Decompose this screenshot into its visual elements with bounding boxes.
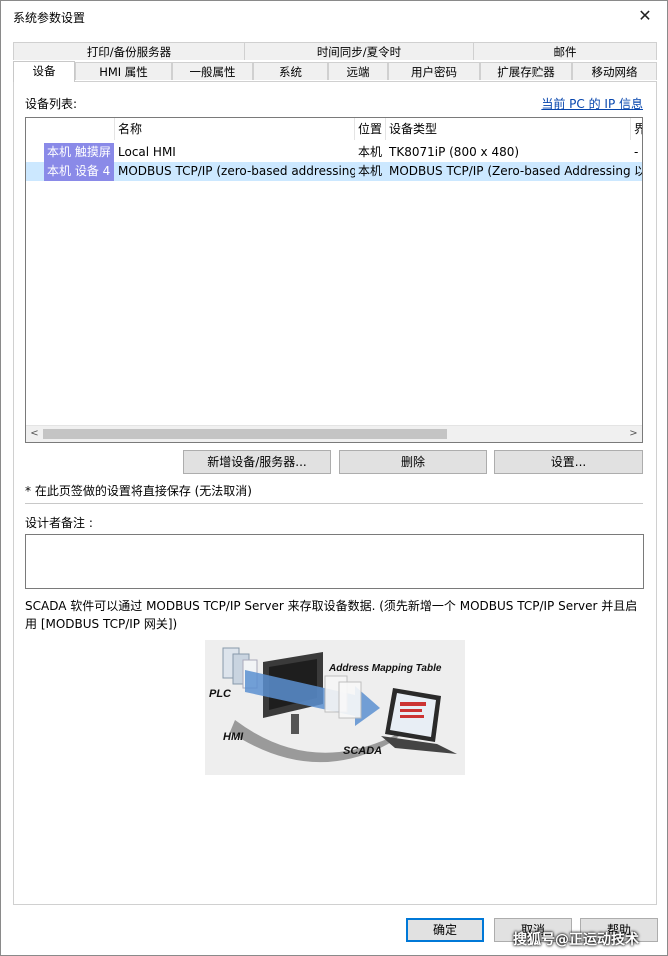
location-cell: 本机 bbox=[358, 164, 383, 178]
ok-button[interactable]: 确定 bbox=[406, 918, 484, 942]
designer-note-label: 设计者备注 : bbox=[25, 516, 93, 530]
name-cell: Local HMI bbox=[118, 145, 176, 159]
extra-cell: - bbox=[634, 145, 639, 159]
scroll-thumb[interactable] bbox=[43, 429, 447, 439]
scroll-left-icon[interactable]: < bbox=[26, 426, 43, 442]
tab-hmi-attributes[interactable]: HMI 属性 bbox=[75, 62, 172, 80]
scada-info-text: SCADA 软件可以通过 MODBUS TCP/IP Server 来存取设备数… bbox=[25, 599, 638, 631]
scroll-right-icon[interactable]: > bbox=[625, 426, 642, 442]
tab-print-backup-server[interactable]: 打印/备份服务器 bbox=[13, 42, 245, 60]
name-cell: MODBUS TCP/IP (zero-based addressing) bbox=[118, 164, 355, 178]
device-list[interactable]: 名称 位置 设备类型 界 本机 触摸屏 Local HMI 本机 TK8071i… bbox=[25, 117, 643, 443]
tab-devices[interactable]: 设备 bbox=[13, 61, 75, 82]
column-name[interactable]: 名称 bbox=[115, 118, 355, 140]
type-cell: TK8071iP (800 x 480) bbox=[389, 145, 520, 159]
save-note: * 在此页签做的设置将直接保存 (无法取消) bbox=[25, 484, 252, 498]
tab-mobile-network[interactable]: 移动网络 bbox=[572, 62, 657, 80]
scada-label: SCADA bbox=[343, 745, 382, 757]
divider bbox=[25, 503, 643, 504]
device-cell: 本机 设备 4 bbox=[44, 162, 114, 181]
tab-time-sync-dst[interactable]: 时间同步/夏令时 bbox=[244, 42, 474, 60]
device-list-header: 名称 位置 设备类型 界 bbox=[26, 118, 642, 140]
mapping-table-label: Address Mapping Table bbox=[328, 663, 442, 674]
plc-label: PLC bbox=[209, 688, 232, 700]
close-icon[interactable]: ✕ bbox=[623, 1, 667, 31]
extra-cell: 以 bbox=[631, 162, 642, 181]
device-list-label: 设备列表: bbox=[25, 97, 78, 111]
type-cell: MODBUS TCP/IP (Zero-based Addressing) bbox=[389, 164, 631, 178]
tab-email[interactable]: 邮件 bbox=[473, 42, 657, 60]
tab-row-top: 打印/备份服务器 时间同步/夏令时 邮件 bbox=[13, 42, 657, 61]
system-parameters-dialog: 系统参数设置 ✕ 打印/备份服务器 时间同步/夏令时 邮件 设备 HMI 属性 … bbox=[0, 0, 668, 956]
column-interface[interactable]: 界 bbox=[631, 118, 642, 140]
location-cell: 本机 bbox=[358, 145, 383, 159]
tab-extended-memory[interactable]: 扩展存贮器 bbox=[480, 62, 572, 80]
delete-button[interactable]: 删除 bbox=[339, 450, 487, 474]
scada-diagram: PLC HMI SCADA Address Mapping Table bbox=[205, 640, 465, 775]
column-location[interactable]: 位置 bbox=[355, 118, 386, 140]
table-row-selected[interactable]: 本机 设备 4 MODBUS TCP/IP (zero-based addres… bbox=[26, 162, 642, 181]
column-device bbox=[26, 118, 115, 140]
window-title: 系统参数设置 bbox=[13, 11, 86, 25]
hmi-label: HMI bbox=[223, 731, 244, 743]
horizontal-scrollbar[interactable]: < > bbox=[26, 425, 642, 442]
tab-system[interactable]: 系统 bbox=[253, 62, 328, 80]
tab-row-bottom: 设备 HMI 属性 一般属性 系统 远端 用户密码 扩展存贮器 移动网络 bbox=[13, 61, 657, 82]
table-row[interactable]: 本机 触摸屏 Local HMI 本机 TK8071iP (800 x 480)… bbox=[26, 143, 642, 162]
pc-ip-info-link[interactable]: 当前 PC 的 IP 信息 bbox=[541, 95, 643, 112]
tab-user-password[interactable]: 用户密码 bbox=[388, 62, 480, 80]
column-device-type[interactable]: 设备类型 bbox=[386, 118, 631, 140]
title-bar: 系统参数设置 ✕ bbox=[1, 1, 667, 31]
scada-laptop-icon bbox=[381, 688, 457, 754]
tab-general-attributes[interactable]: 一般属性 bbox=[172, 62, 253, 80]
designer-note-input[interactable] bbox=[25, 534, 644, 589]
watermark: 搜狐号@正运动技术 bbox=[513, 932, 639, 948]
device-cell: 本机 触摸屏 bbox=[44, 143, 114, 162]
add-device-button[interactable]: 新增设备/服务器... bbox=[183, 450, 331, 474]
tab-remote[interactable]: 远端 bbox=[328, 62, 388, 80]
settings-button[interactable]: 设置... bbox=[494, 450, 643, 474]
